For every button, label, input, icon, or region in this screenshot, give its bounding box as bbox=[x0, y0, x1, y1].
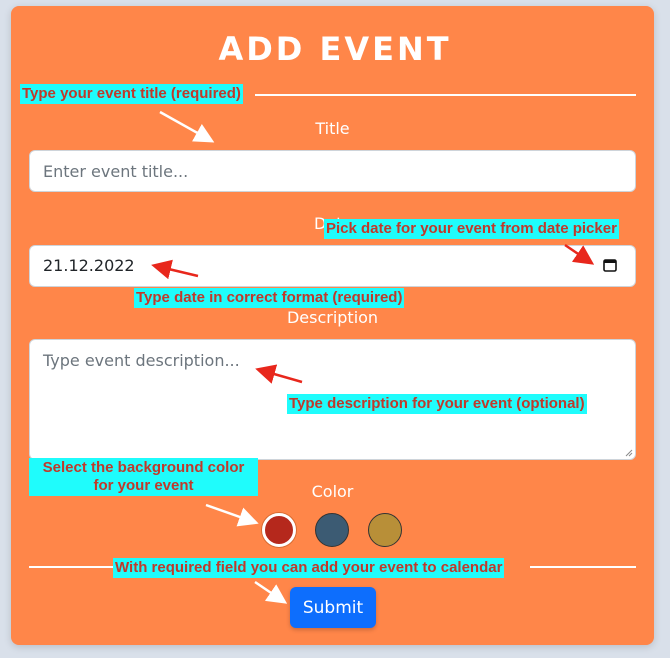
divider-top bbox=[255, 94, 636, 96]
hint-submit: With required field you can add your eve… bbox=[113, 558, 505, 578]
title-label: Title bbox=[315, 119, 350, 138]
color-swatch-slate[interactable] bbox=[315, 513, 349, 547]
calendar-icon[interactable] bbox=[603, 258, 617, 272]
color-swatch-red[interactable] bbox=[262, 513, 296, 547]
submit-button[interactable]: Submit bbox=[290, 587, 376, 628]
color-swatch-gold[interactable] bbox=[368, 513, 402, 547]
hint-date-picker: Pick date for your event from date picke… bbox=[324, 219, 619, 239]
hint-description: Type description for your event (optiona… bbox=[287, 394, 587, 414]
description-placeholder: Type event description... bbox=[43, 351, 240, 370]
hint-title: Type your event title (required) bbox=[20, 84, 243, 104]
title-input[interactable]: Enter event title... bbox=[29, 150, 636, 192]
color-label: Color bbox=[311, 482, 354, 501]
hint-date-format: Type date in correct format (required) bbox=[134, 288, 405, 308]
date-input[interactable]: 21.12.2022 bbox=[29, 245, 636, 287]
divider-bottom-right bbox=[530, 566, 636, 568]
date-value: 21.12.2022 bbox=[43, 256, 135, 275]
resize-handle-icon[interactable] bbox=[625, 449, 633, 457]
description-label: Description bbox=[286, 308, 379, 327]
page-title: ADD EVENT bbox=[218, 30, 452, 68]
title-placeholder: Enter event title... bbox=[43, 162, 189, 181]
divider-bottom-left bbox=[29, 566, 114, 568]
